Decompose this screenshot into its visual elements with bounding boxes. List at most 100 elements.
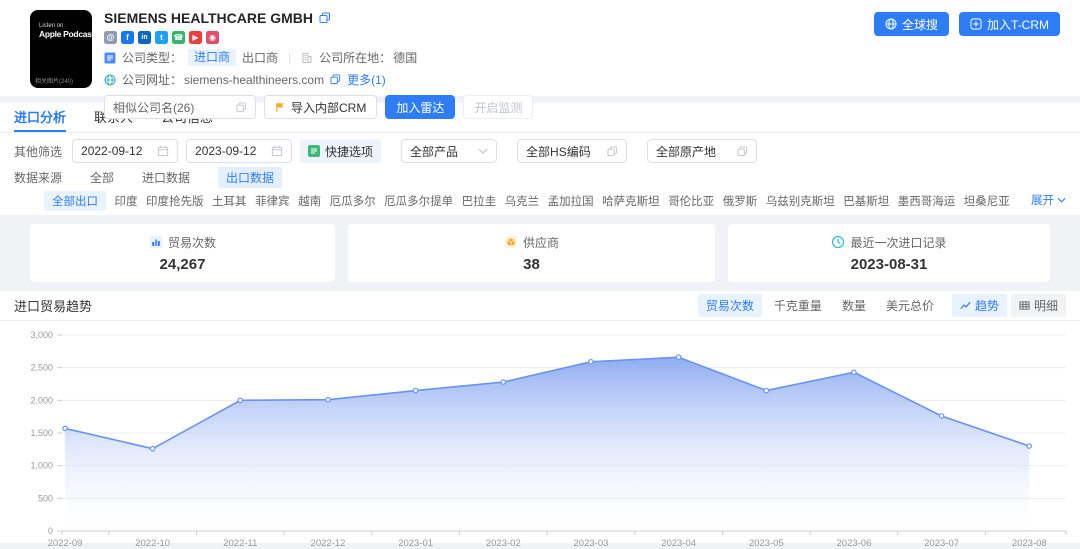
country-item[interactable]: 俄罗斯 xyxy=(723,193,758,209)
country-item[interactable]: 土耳其 xyxy=(212,193,247,209)
svg-text:2023-02: 2023-02 xyxy=(486,538,521,549)
stat-card: 最近一次进口记录2023-08-31 xyxy=(728,224,1050,282)
similar-company-input[interactable]: 相似公司名(26) xyxy=(104,95,256,119)
hs-code-value: 全部HS编码 xyxy=(526,143,591,160)
svg-text:2022-10: 2022-10 xyxy=(135,538,170,549)
country-item[interactable]: 乌兹别克斯坦 xyxy=(766,193,835,209)
svg-text:2022-11: 2022-11 xyxy=(223,538,257,549)
quick-options-icon xyxy=(308,145,320,157)
website-label: 公司网址： xyxy=(122,71,182,88)
location-label: 公司所在地： xyxy=(319,49,391,66)
similar-company-icon xyxy=(236,102,247,113)
phone-icon[interactable]: ☎ xyxy=(172,31,185,44)
view-toggle-detail[interactable]: 明细 xyxy=(1011,294,1066,317)
metric-toggle-group: 贸易次数千克重量数量美元总价 xyxy=(698,294,942,317)
location-icon xyxy=(301,52,313,64)
instagram-icon[interactable]: ◉ xyxy=(206,31,219,44)
svg-text:2023-05: 2023-05 xyxy=(749,538,784,549)
country-item[interactable]: 菲律宾 xyxy=(255,193,290,209)
country-item[interactable]: 越南 xyxy=(298,193,321,209)
website-value[interactable]: siemens-healthineers.com xyxy=(184,73,324,87)
list-select-icon xyxy=(737,146,748,157)
country-filter-row: 全部出口印度印度抢先版土耳其菲律宾越南厄瓜多尔厄瓜多尔提单巴拉圭乌克兰孟加拉国哈… xyxy=(0,189,1080,215)
website-icon[interactable]: @ xyxy=(104,31,117,44)
data-source-label: 数据来源 xyxy=(14,169,62,186)
country-item[interactable]: 坦桑尼亚 xyxy=(964,193,1010,209)
country-item[interactable]: 印度抢先版 xyxy=(146,193,204,209)
country-item[interactable]: 哥伦比亚 xyxy=(668,193,714,209)
table-icon xyxy=(1019,300,1030,311)
linkedin-icon[interactable]: in xyxy=(138,31,151,44)
view-toggle-trend[interactable]: 趋势 xyxy=(952,294,1007,317)
origin-select[interactable]: 全部原产地 xyxy=(647,139,757,163)
svg-text:500: 500 xyxy=(38,493,53,503)
stat-label: 最近一次进口记录 xyxy=(850,234,946,251)
company-header: Listen on Apple Podcasts 相关图片(240) SIEME… xyxy=(0,0,1080,96)
product-select[interactable]: 全部产品 xyxy=(401,139,497,163)
twitter-icon[interactable]: t xyxy=(155,31,168,44)
date-to-input[interactable]: 2023-09-12 xyxy=(186,139,292,163)
date-from-input[interactable]: 2022-09-12 xyxy=(72,139,178,163)
join-tcrm-button[interactable]: 加入T-CRM xyxy=(959,12,1060,36)
svg-text:2022-09: 2022-09 xyxy=(48,538,83,549)
other-filter-label: 其他筛选 xyxy=(14,143,62,160)
metric-toggle[interactable]: 美元总价 xyxy=(878,294,942,317)
stat-label: 贸易次数 xyxy=(168,234,216,251)
svg-text:0: 0 xyxy=(48,526,53,536)
country-item[interactable]: 厄瓜多尔 xyxy=(330,193,376,209)
country-item[interactable]: 全部出口 xyxy=(44,191,106,211)
copy-company-name-icon[interactable] xyxy=(319,12,331,24)
badge-brand: Apple Podcasts xyxy=(39,29,99,39)
chevron-down-icon xyxy=(478,148,488,154)
youtube-icon[interactable]: ▶ xyxy=(189,31,202,44)
metric-toggle[interactable]: 千克重量 xyxy=(766,294,830,317)
hs-code-select[interactable]: 全部HS编码 xyxy=(517,139,627,163)
expand-countries-link[interactable]: 展开 xyxy=(1023,192,1066,208)
similar-company-value: 相似公司名(26) xyxy=(113,99,194,116)
metric-toggle[interactable]: 贸易次数 xyxy=(698,294,762,317)
country-item[interactable]: 巴拉圭 xyxy=(462,193,497,209)
country-item[interactable]: 乌克兰 xyxy=(505,193,540,209)
country-item[interactable]: 哈萨克斯坦 xyxy=(602,193,660,209)
import-crm-button[interactable]: 导入内部CRM xyxy=(264,95,377,119)
source-option[interactable]: 进口数据 xyxy=(142,169,190,186)
country-item[interactable]: 印度 xyxy=(115,193,138,209)
country-item[interactable]: 巴基斯坦 xyxy=(843,193,889,209)
globe-icon xyxy=(885,18,897,30)
main-panel: 进口分析联系人公司信息 其他筛选 2022-09-12 2023-09-12 快… xyxy=(0,103,1080,543)
importer-tag[interactable]: 进口商 xyxy=(188,49,236,66)
product-select-value: 全部产品 xyxy=(410,143,458,160)
stats-band: 贸易次数24,267供应商38最近一次进口记录2023-08-31 xyxy=(0,215,1080,291)
tab-import-analysis[interactable]: 进口分析 xyxy=(14,103,66,132)
svg-text:1,000: 1,000 xyxy=(30,461,53,471)
country-item[interactable]: 墨西哥海运 xyxy=(898,193,956,209)
flag-icon xyxy=(275,102,286,113)
plus-square-icon xyxy=(970,18,982,30)
trade-trend-chart[interactable]: 05001,0001,5002,0002,5003,0002022-092022… xyxy=(0,321,1080,549)
quick-options-button[interactable]: 快捷选项 xyxy=(300,139,381,163)
country-item[interactable]: 孟加拉国 xyxy=(548,193,594,209)
supplier-icon xyxy=(504,235,518,249)
facebook-icon[interactable]: f xyxy=(121,31,134,44)
svg-text:2023-04: 2023-04 xyxy=(661,538,696,549)
company-type-label: 公司类型： xyxy=(122,49,182,66)
calendar-icon xyxy=(157,145,169,157)
svg-text:2023-07: 2023-07 xyxy=(924,538,959,549)
exporter-tag[interactable]: 出口商 xyxy=(242,49,278,66)
source-option[interactable]: 全部 xyxy=(90,169,114,186)
country-item[interactable]: 厄瓜多尔提单 xyxy=(384,193,453,209)
website-icon xyxy=(104,74,116,86)
svg-text:2023-03: 2023-03 xyxy=(574,538,609,549)
metric-toggle[interactable]: 数量 xyxy=(834,294,874,317)
website-more-link[interactable]: 更多(1) xyxy=(347,71,386,88)
svg-text:3,000: 3,000 xyxy=(30,330,53,340)
global-search-button[interactable]: 全球搜 xyxy=(874,12,949,36)
view-toggle-group: 趋势明细 xyxy=(952,294,1066,317)
join-radar-button[interactable]: 加入雷达 xyxy=(385,95,455,119)
start-monitor-button[interactable]: 开启监测 xyxy=(463,95,533,119)
stat-card: 供应商38 xyxy=(348,224,715,282)
copy-website-icon[interactable] xyxy=(330,74,341,85)
filter-row: 其他筛选 2022-09-12 2023-09-12 快捷选项 全部产品 全部H… xyxy=(0,137,1080,165)
source-option[interactable]: 出口数据 xyxy=(218,167,282,188)
svg-text:2023-08: 2023-08 xyxy=(1012,538,1047,549)
